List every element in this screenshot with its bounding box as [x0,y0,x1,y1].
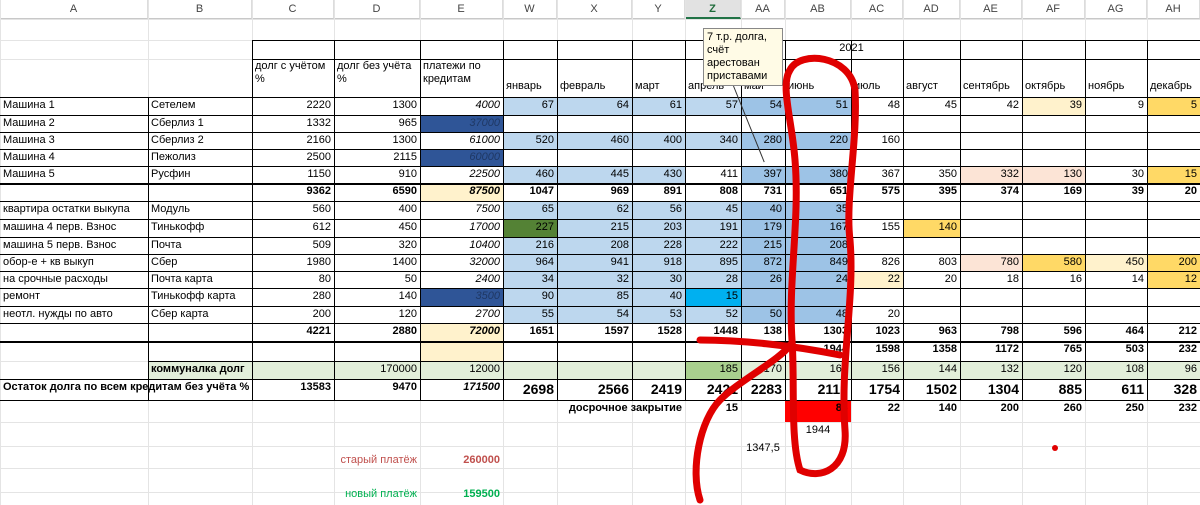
red-ink-annotation [692,54,1058,504]
